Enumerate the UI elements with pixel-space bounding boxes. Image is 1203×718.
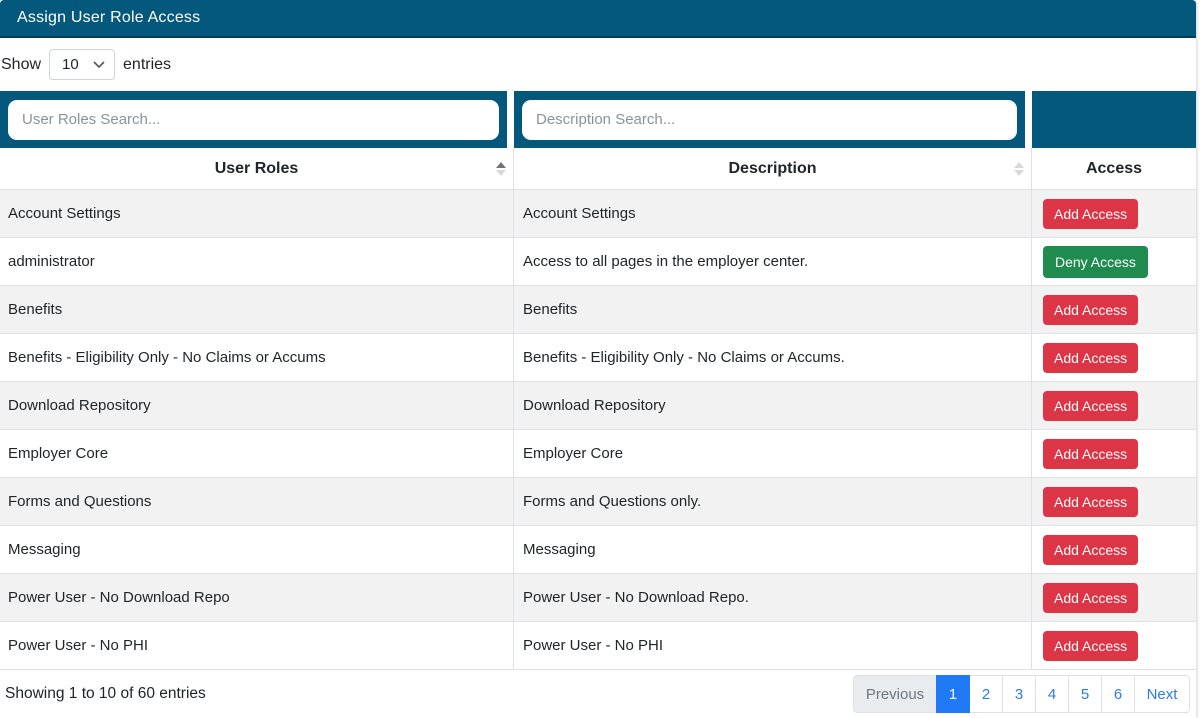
description-cell: Download Repository [514,382,1032,429]
next-page-button[interactable]: Next [1134,675,1190,713]
column-header-access: Access [1032,148,1196,189]
page-title: Assign User Role Access [17,9,200,27]
description-cell: Messaging [514,526,1032,573]
access-button[interactable]: Add Access [1043,295,1138,325]
sort-asc-icon [496,162,506,176]
page-button-6[interactable]: 6 [1101,675,1135,713]
description-cell: Power User - No Download Repo. [514,574,1032,621]
role-cell: Forms and Questions [0,478,514,525]
description-header-label: Description [728,160,816,178]
table-header-row: User Roles Description Access [0,148,1196,190]
sort-both-icon [1014,162,1024,176]
table-row: Messaging Messaging Add Access [0,526,1196,574]
page-size-value: 10 [62,56,79,73]
description-search-input[interactable] [522,100,1017,140]
access-cell: Add Access [1032,190,1196,237]
show-label: Show [1,56,41,74]
description-cell: Account Settings [514,190,1032,237]
page-button-4[interactable]: 4 [1035,675,1069,713]
access-button[interactable]: Add Access [1043,631,1138,661]
access-cell: Add Access [1032,382,1196,429]
table-row: Benefits Benefits Add Access [0,286,1196,334]
description-cell: Benefits - Eligibility Only - No Claims … [514,334,1032,381]
page-button-5[interactable]: 5 [1068,675,1102,713]
description-cell: Power User - No PHI [514,622,1032,669]
column-header-user-roles[interactable]: User Roles [0,148,514,189]
access-button[interactable]: Deny Access [1043,246,1148,278]
previous-page-button[interactable]: Previous [853,675,937,713]
role-cell: Account Settings [0,190,514,237]
role-cell: Download Repository [0,382,514,429]
page-button-3[interactable]: 3 [1002,675,1036,713]
access-cell: Add Access [1032,574,1196,621]
role-cell: Power User - No Download Repo [0,574,514,621]
table-row: administrator Access to all pages in the… [0,238,1196,286]
description-search-cell [514,91,1032,148]
access-cell: Add Access [1032,478,1196,525]
table-footer: Showing 1 to 10 of 60 entries Previous 1… [0,670,1196,718]
access-button[interactable]: Add Access [1043,343,1138,373]
access-cell: Add Access [1032,622,1196,669]
table-row: Forms and Questions Forms and Questions … [0,478,1196,526]
status-text: Showing 1 to 10 of 60 entries [5,685,206,703]
table-row: Power User - No Download Repo Power User… [0,574,1196,622]
access-search-cell [1032,91,1196,148]
access-cell: Add Access [1032,526,1196,573]
table-row: Download Repository Download Repository … [0,382,1196,430]
column-header-description[interactable]: Description [514,148,1032,189]
access-button[interactable]: Add Access [1043,439,1138,469]
table-row: Employer Core Employer Core Add Access [0,430,1196,478]
access-cell: Deny Access [1032,238,1196,285]
length-control: Show 10 entries [0,38,1196,91]
page-button-2[interactable]: 2 [969,675,1003,713]
role-cell: Benefits - Eligibility Only - No Claims … [0,334,514,381]
access-button[interactable]: Add Access [1043,535,1138,565]
access-button[interactable]: Add Access [1043,199,1138,229]
user-roles-search-input[interactable] [8,100,499,140]
user-roles-search-cell [0,91,514,148]
role-cell: Power User - No PHI [0,622,514,669]
table-row: Account Settings Account Settings Add Ac… [0,190,1196,238]
entries-label: entries [123,56,171,74]
role-cell: Messaging [0,526,514,573]
access-button[interactable]: Add Access [1043,583,1138,613]
description-cell: Access to all pages in the employer cent… [514,238,1032,285]
chevron-down-icon [93,61,105,69]
access-cell: Add Access [1032,334,1196,381]
page-size-select[interactable]: 10 [49,49,115,80]
access-cell: Add Access [1032,286,1196,333]
description-cell: Forms and Questions only. [514,478,1032,525]
user-roles-header-label: User Roles [215,160,299,178]
role-cell: Employer Core [0,430,514,477]
role-cell: administrator [0,238,514,285]
access-header-label: Access [1086,160,1142,178]
access-button[interactable]: Add Access [1043,391,1138,421]
role-cell: Benefits [0,286,514,333]
panel-header: Assign User Role Access [0,0,1196,38]
page-button-1[interactable]: 1 [936,675,970,713]
table-row: Benefits - Eligibility Only - No Claims … [0,334,1196,382]
access-button[interactable]: Add Access [1043,487,1138,517]
description-cell: Benefits [514,286,1032,333]
access-cell: Add Access [1032,430,1196,477]
assign-user-role-access-panel: Assign User Role Access Show 10 entries … [0,0,1196,718]
search-row [0,91,1196,148]
table-body: Account Settings Account Settings Add Ac… [0,190,1196,670]
description-cell: Employer Core [514,430,1032,477]
pagination: Previous 123456 Next [853,675,1190,713]
table-row: Power User - No PHI Power User - No PHI … [0,622,1196,670]
